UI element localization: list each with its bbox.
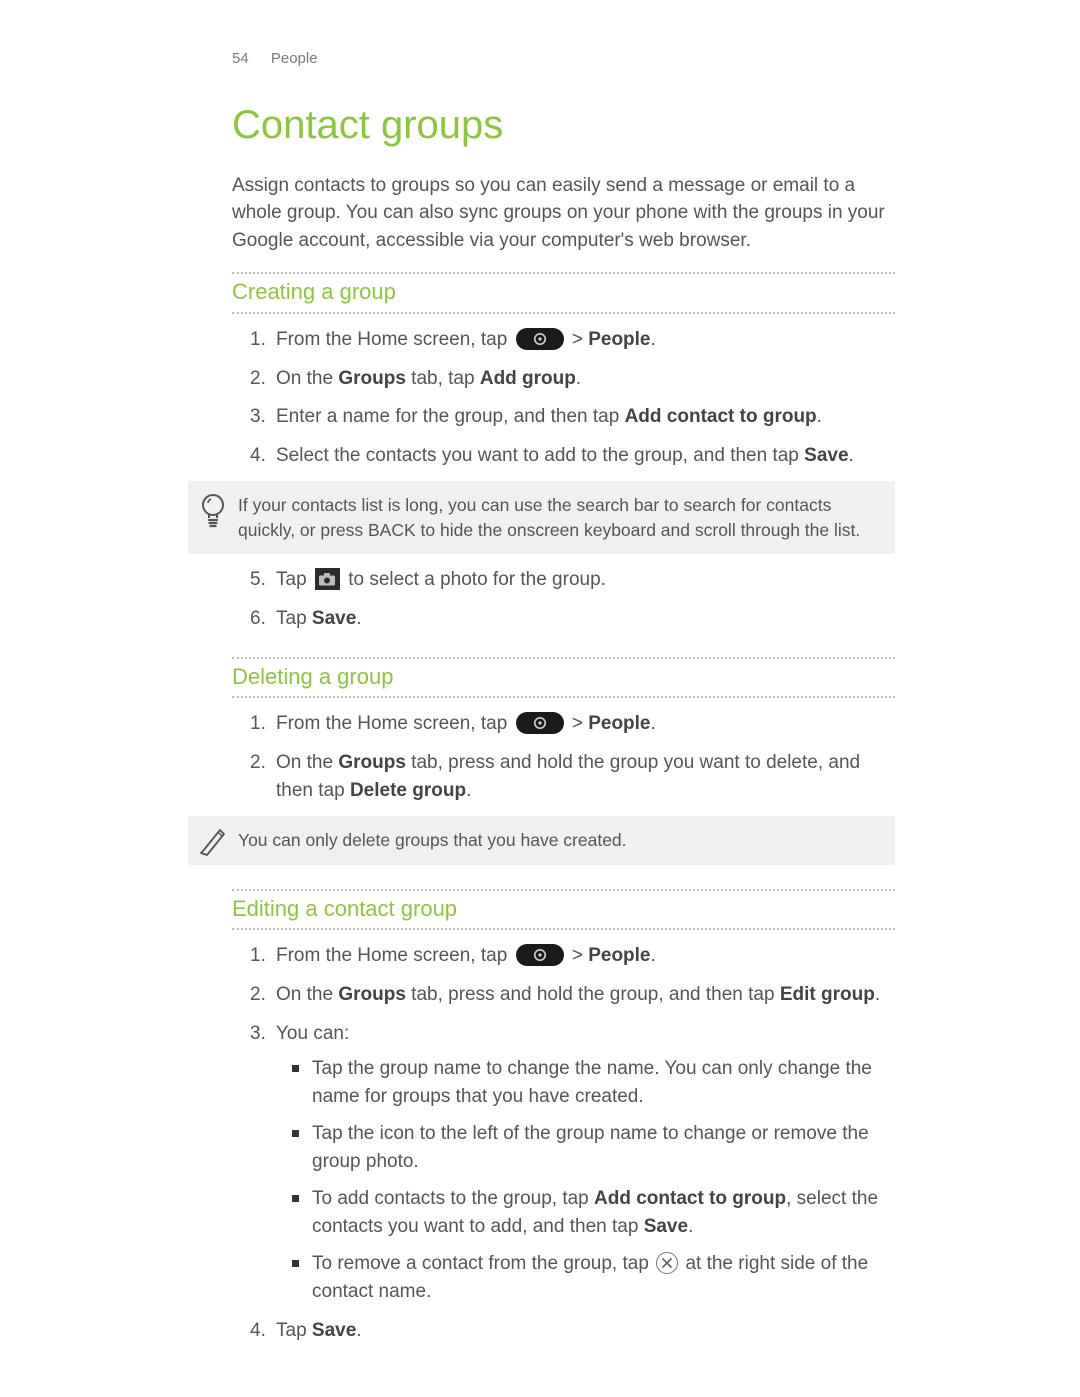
deleting-step-2: 2. On the Groups tab, press and hold the… [276,749,895,804]
creating-step-1: 1. From the Home screen, tap > People. [276,326,895,354]
creating-step-3: 3. Enter a name for the group, and then … [276,403,895,431]
note-callout: You can only delete groups that you have… [188,816,895,865]
editing-heading: Editing a contact group [232,889,895,931]
note-text: You can only delete groups that you have… [238,830,627,850]
editing-bullet-2: Tap the icon to the left of the group na… [312,1120,895,1175]
apps-button-icon [516,944,564,966]
tip-text: If your contacts list is long, you can u… [238,495,860,540]
camera-icon [315,568,340,590]
creating-heading: Creating a group [232,272,895,314]
remove-x-icon [656,1252,678,1274]
lightbulb-icon [198,491,228,536]
creating-step-2: 2. On the Groups tab, tap Add group. [276,365,895,393]
intro-paragraph: Assign contacts to groups so you can eas… [232,172,895,255]
pen-icon [198,826,228,863]
editing-step-1: 1. From the Home screen, tap > People. [276,942,895,970]
section-name: People [271,50,318,67]
apps-button-icon [516,712,564,734]
page-number: 54 [232,50,249,67]
creating-step-4: 4. Select the contacts you want to add t… [276,442,895,470]
apps-button-icon [516,328,564,350]
editing-step-4: 4. Tap Save. [276,1317,895,1345]
page-header: 54 People [232,48,895,70]
editing-step-2: 2. On the Groups tab, press and hold the… [276,981,895,1009]
editing-step-3: 3. You can: Tap the group name to change… [276,1020,895,1306]
creating-step-5: 5. Tap to select a photo for the group. [276,566,895,594]
page-title: Contact groups [232,96,895,154]
editing-bullet-3: To add contacts to the group, tap Add co… [312,1185,895,1240]
deleting-step-1: 1. From the Home screen, tap > People. [276,710,895,738]
deleting-heading: Deleting a group [232,657,895,699]
tip-callout: If your contacts list is long, you can u… [188,481,895,554]
creating-step-6: 6. Tap Save. [276,605,895,633]
editing-bullet-4: To remove a contact from the group, tap … [312,1250,895,1305]
editing-bullet-1: Tap the group name to change the name. Y… [312,1055,895,1110]
